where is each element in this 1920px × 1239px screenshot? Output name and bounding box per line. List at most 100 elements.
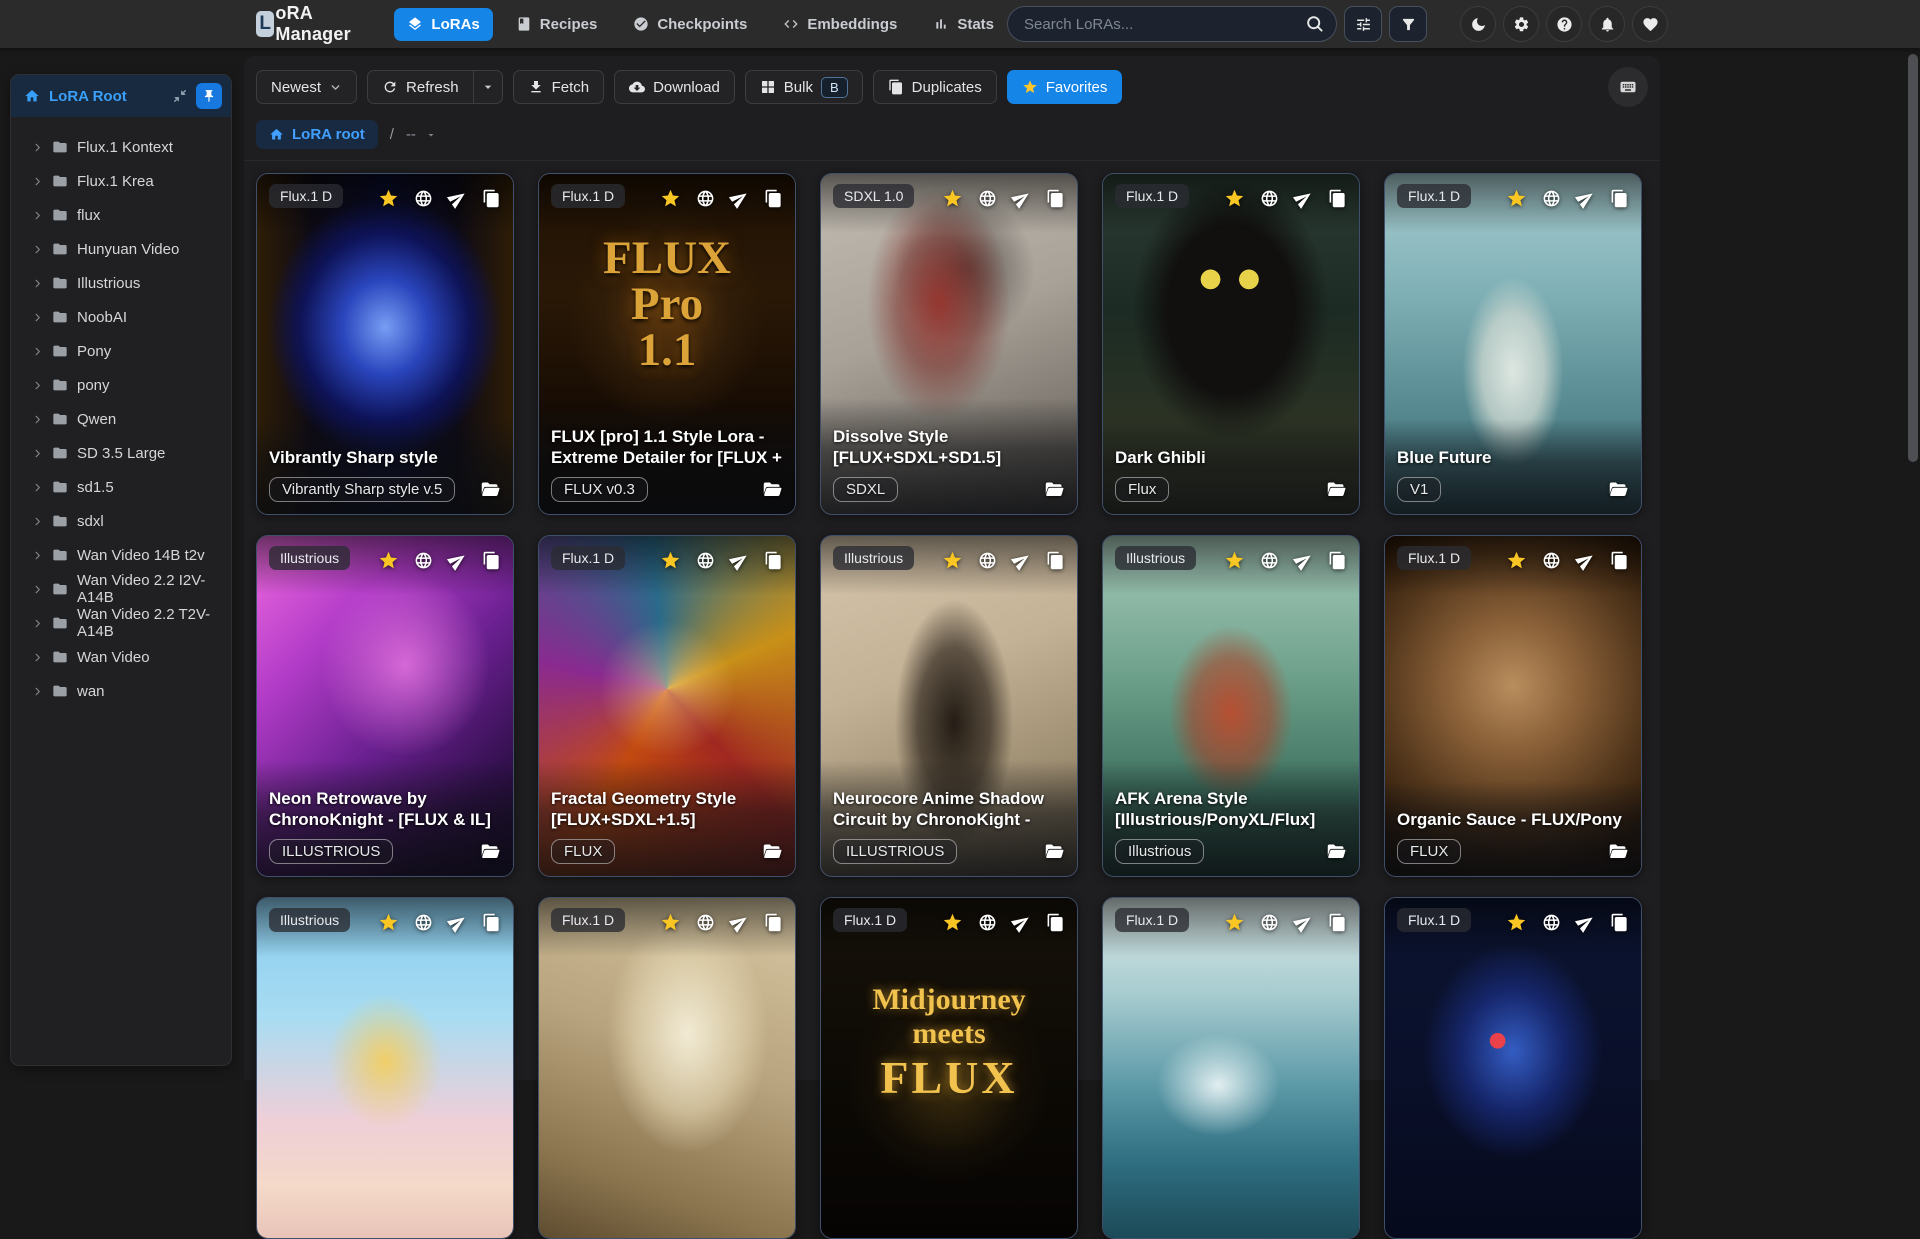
- lora-card[interactable]: MidjourneymeetsFLUX Flux.1 D: [820, 897, 1078, 1239]
- sidebar-folder-flux[interactable]: flux: [11, 198, 231, 232]
- send-icon[interactable]: [730, 551, 749, 570]
- favorite-star-icon[interactable]: [1506, 912, 1527, 933]
- send-icon[interactable]: [1576, 189, 1595, 208]
- copy-icon[interactable]: [482, 189, 501, 208]
- sidebar-folder-sd1-5[interactable]: sd1.5: [11, 470, 231, 504]
- lora-card[interactable]: Flux.1 D Organic Sauce - FLUX/Pony FLUX: [1384, 535, 1642, 877]
- lora-card[interactable]: SDXL 1.0 Dissolve Style [FLUX+SDXL+SD1.5…: [820, 173, 1078, 515]
- open-folder-icon[interactable]: [480, 841, 501, 862]
- favorite-star-icon[interactable]: [942, 188, 963, 209]
- version-chip[interactable]: Flux: [1115, 477, 1169, 502]
- sidebar-folder-qwen[interactable]: Qwen: [11, 402, 231, 436]
- breadcrumb-root-chip[interactable]: LoRA root: [256, 120, 378, 149]
- open-folder-icon[interactable]: [1326, 479, 1347, 500]
- favorite-star-icon[interactable]: [1506, 188, 1527, 209]
- tab-recipes[interactable]: Recipes: [503, 8, 611, 41]
- send-icon[interactable]: [1012, 551, 1031, 570]
- send-icon[interactable]: [448, 913, 467, 932]
- tab-loras[interactable]: LoRAs: [394, 8, 492, 41]
- sidebar-folder-wan-video[interactable]: Wan Video: [11, 640, 231, 674]
- sidebar-folder-wan-video-14b-t2v[interactable]: Wan Video 14B t2v: [11, 538, 231, 572]
- lora-card[interactable]: Flux.1 D Dark Ghibli Flux: [1102, 173, 1360, 515]
- favorite-star-icon[interactable]: [378, 912, 399, 933]
- globe-icon[interactable]: [696, 189, 715, 208]
- version-chip[interactable]: Vibrantly Sharp style v.5: [269, 477, 455, 502]
- send-icon[interactable]: [1294, 551, 1313, 570]
- search-input[interactable]: [1007, 6, 1337, 42]
- sidebar-folder-sdxl[interactable]: sdxl: [11, 504, 231, 538]
- send-icon[interactable]: [730, 913, 749, 932]
- copy-icon[interactable]: [764, 189, 783, 208]
- search-options-button[interactable]: [1344, 6, 1382, 42]
- sort-dropdown[interactable]: Newest: [256, 70, 357, 104]
- lora-card[interactable]: FLUXPro1.1 Flux.1 D FLUX [pro] 1.1 Style…: [538, 173, 796, 515]
- lora-card[interactable]: Flux.1 D: [538, 897, 796, 1239]
- sidebar-folder-pony[interactable]: pony: [11, 368, 231, 402]
- lora-card[interactable]: Illustrious Neon Retrowave by ChronoKnig…: [256, 535, 514, 877]
- scrollbar-thumb[interactable]: [1908, 54, 1918, 462]
- version-chip[interactable]: ILLUSTRIOUS: [833, 839, 957, 864]
- version-chip[interactable]: FLUX: [551, 839, 615, 864]
- lora-card[interactable]: Flux.1 D Vibrantly Sharp style Vibrantly…: [256, 173, 514, 515]
- send-icon[interactable]: [1012, 189, 1031, 208]
- send-icon[interactable]: [730, 189, 749, 208]
- sidebar-folder-flux-1-krea[interactable]: Flux.1 Krea: [11, 164, 231, 198]
- favorite-star-icon[interactable]: [1506, 550, 1527, 571]
- globe-icon[interactable]: [1542, 189, 1561, 208]
- globe-icon[interactable]: [1542, 913, 1561, 932]
- globe-icon[interactable]: [1260, 551, 1279, 570]
- globe-icon[interactable]: [978, 189, 997, 208]
- theme-toggle-button[interactable]: [1460, 6, 1496, 42]
- copy-icon[interactable]: [764, 913, 783, 932]
- sidebar-folder-flux-1-kontext[interactable]: Flux.1 Kontext: [11, 130, 231, 164]
- settings-button[interactable]: [1503, 6, 1539, 42]
- refresh-button[interactable]: Refresh: [367, 70, 474, 104]
- sidebar-folder-pony[interactable]: Pony: [11, 334, 231, 368]
- lora-card[interactable]: Illustrious AFK Arena Style [Illustrious…: [1102, 535, 1360, 877]
- version-chip[interactable]: ILLUSTRIOUS: [269, 839, 393, 864]
- filter-button[interactable]: [1389, 6, 1427, 42]
- collapse-all-icon[interactable]: [173, 89, 187, 103]
- support-button[interactable]: [1632, 6, 1668, 42]
- breadcrumb-current-dropdown[interactable]: --: [406, 126, 437, 143]
- globe-icon[interactable]: [1260, 913, 1279, 932]
- copy-icon[interactable]: [1328, 913, 1347, 932]
- favorite-star-icon[interactable]: [660, 188, 681, 209]
- version-chip[interactable]: FLUX: [1397, 839, 1461, 864]
- copy-icon[interactable]: [1328, 551, 1347, 570]
- send-icon[interactable]: [1294, 913, 1313, 932]
- globe-icon[interactable]: [414, 913, 433, 932]
- sidebar-folder-wan[interactable]: wan: [11, 674, 231, 708]
- send-icon[interactable]: [448, 551, 467, 570]
- sidebar-folder-wan-video-2-2-i2v-a14b[interactable]: Wan Video 2.2 I2V-A14B: [11, 572, 231, 606]
- copy-icon[interactable]: [764, 551, 783, 570]
- favorite-star-icon[interactable]: [660, 550, 681, 571]
- copy-icon[interactable]: [1610, 913, 1629, 932]
- sidebar-header[interactable]: LoRA Root: [11, 75, 231, 117]
- version-chip[interactable]: SDXL: [833, 477, 898, 502]
- help-button[interactable]: [1546, 6, 1582, 42]
- lora-card[interactable]: Flux.1 D Fractal Geometry Style [FLUX+SD…: [538, 535, 796, 877]
- lora-card[interactable]: Illustrious Neurocore Anime Shadow Circu…: [820, 535, 1078, 877]
- copy-icon[interactable]: [482, 551, 501, 570]
- copy-icon[interactable]: [482, 913, 501, 932]
- copy-icon[interactable]: [1046, 189, 1065, 208]
- favorite-star-icon[interactable]: [942, 912, 963, 933]
- open-folder-icon[interactable]: [1608, 841, 1629, 862]
- sidebar-folder-sd-3-5-large[interactable]: SD 3.5 Large: [11, 436, 231, 470]
- globe-icon[interactable]: [414, 551, 433, 570]
- send-icon[interactable]: [448, 189, 467, 208]
- globe-icon[interactable]: [1542, 551, 1561, 570]
- sidebar-folder-illustrious[interactable]: Illustrious: [11, 266, 231, 300]
- favorite-star-icon[interactable]: [378, 550, 399, 571]
- send-icon[interactable]: [1576, 551, 1595, 570]
- open-folder-icon[interactable]: [762, 479, 783, 500]
- sidebar-folder-noobai[interactable]: NoobAI: [11, 300, 231, 334]
- open-folder-icon[interactable]: [1608, 479, 1629, 500]
- lora-card[interactable]: Flux.1 D: [1384, 897, 1642, 1239]
- copy-icon[interactable]: [1046, 913, 1065, 932]
- open-folder-icon[interactable]: [1044, 841, 1065, 862]
- favorite-star-icon[interactable]: [1224, 188, 1245, 209]
- pin-sidebar-button[interactable]: [196, 83, 222, 109]
- globe-icon[interactable]: [978, 551, 997, 570]
